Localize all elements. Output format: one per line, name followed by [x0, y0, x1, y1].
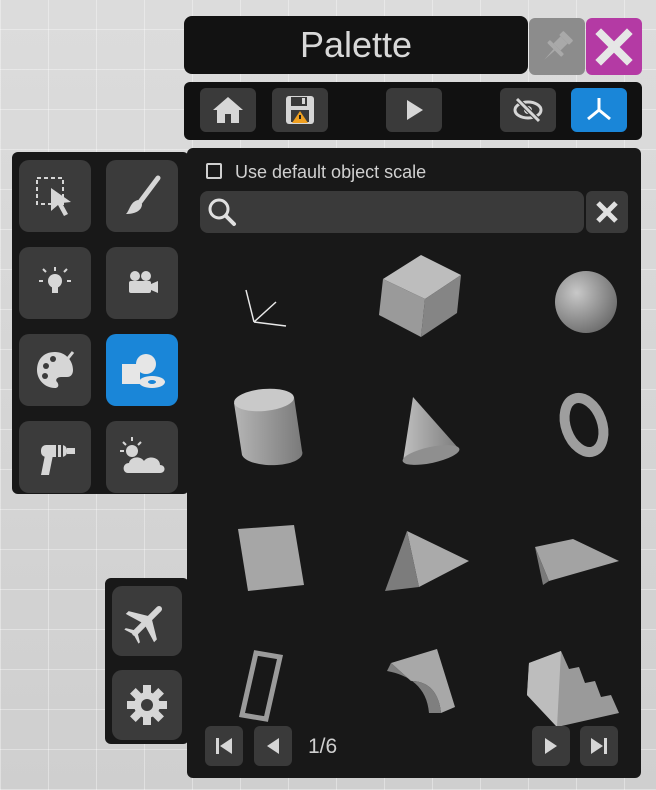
gear-icon [127, 685, 167, 725]
object-wedge[interactable] [516, 490, 636, 610]
last-page-button[interactable] [580, 726, 618, 766]
fly-mode-button[interactable] [112, 586, 182, 656]
shapes-icon [122, 354, 165, 388]
raygun-tool-button[interactable] [19, 421, 91, 493]
close-icon [596, 201, 618, 223]
home-button[interactable] [200, 88, 256, 132]
object-sphere[interactable] [516, 234, 636, 354]
light-icon [39, 267, 71, 293]
save-warning-icon [286, 96, 314, 124]
object-plane[interactable] [200, 490, 320, 610]
camera-icon [129, 271, 158, 293]
raygun-icon [41, 445, 75, 475]
object-torus[interactable] [516, 362, 636, 482]
axes-toggle-button[interactable] [571, 88, 627, 132]
weather-icon [120, 437, 165, 473]
object-cone[interactable] [358, 362, 478, 482]
skip-start-icon [216, 738, 232, 754]
object-cube[interactable] [358, 234, 478, 354]
settings-button[interactable] [112, 670, 182, 740]
previous-page-button[interactable] [254, 726, 292, 766]
previous-icon [267, 738, 279, 754]
pin-button[interactable] [529, 18, 585, 75]
clear-search-button[interactable] [586, 191, 628, 233]
object-stairs[interactable] [516, 618, 636, 738]
save-button[interactable] [272, 88, 328, 132]
page-indicator: 1/6 [308, 735, 338, 758]
select-icon [36, 177, 71, 216]
material-tool-button[interactable] [19, 334, 91, 406]
brush-icon [126, 175, 161, 214]
palette-icon [37, 351, 75, 388]
home-icon [213, 97, 243, 123]
toolbar [184, 82, 642, 140]
axes-icon [587, 98, 611, 121]
eye-slash-icon [513, 97, 543, 123]
objects-tool-button[interactable] [106, 334, 178, 406]
next-page-button[interactable] [532, 726, 570, 766]
object-axes-gizmo[interactable] [196, 234, 316, 354]
object-prism[interactable] [358, 490, 478, 610]
brush-tool-button[interactable] [106, 160, 178, 232]
search-input[interactable] [200, 191, 584, 233]
object-arch[interactable] [358, 618, 478, 738]
first-page-button[interactable] [205, 726, 243, 766]
play-icon [407, 100, 423, 120]
search-icon [206, 196, 238, 233]
object-cylinder[interactable] [196, 362, 316, 482]
environment-tool-button[interactable] [106, 421, 178, 493]
airplane-icon [124, 605, 163, 644]
close-icon [595, 27, 633, 66]
light-tool-button[interactable] [19, 247, 91, 319]
default-scale-checkbox[interactable] [206, 163, 222, 179]
close-button[interactable] [586, 18, 642, 75]
visibility-button[interactable] [500, 88, 556, 132]
skip-end-icon [591, 738, 607, 754]
pin-icon [544, 30, 573, 60]
play-button[interactable] [386, 88, 442, 132]
window-title: Palette [184, 16, 528, 74]
select-tool-button[interactable] [19, 160, 91, 232]
camera-tool-button[interactable] [106, 247, 178, 319]
object-frame[interactable] [200, 618, 320, 738]
next-icon [545, 738, 557, 754]
default-scale-label: Use default object scale [235, 162, 427, 182]
